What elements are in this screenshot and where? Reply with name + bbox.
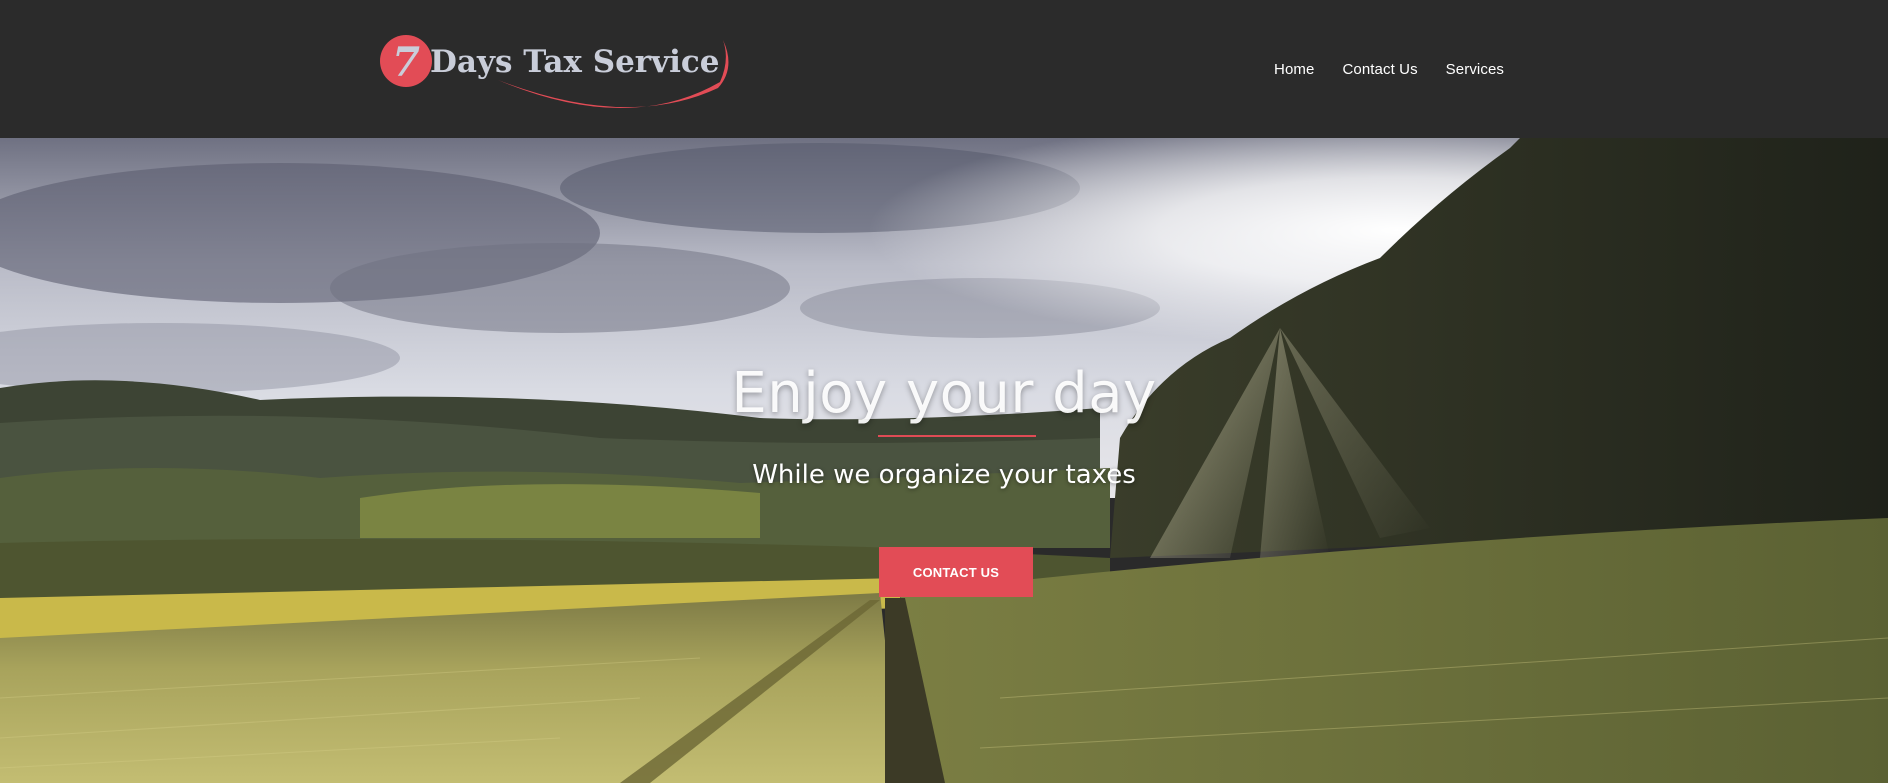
logo-number: 7	[392, 39, 420, 86]
logo-text: Days Tax Service	[430, 44, 720, 80]
nav-item-home[interactable]: Home	[1274, 61, 1314, 78]
nav-item-services[interactable]: Services	[1446, 61, 1504, 78]
site-logo[interactable]: 7 Days Tax Service	[378, 30, 738, 115]
main-nav: Home Contact Us Services	[1274, 58, 1504, 80]
hero-section: Enjoy your day While we organize your ta…	[0, 138, 1888, 783]
hero-title: Enjoy your day	[731, 361, 1157, 426]
nav-item-contact-us[interactable]: Contact Us	[1342, 61, 1417, 78]
contact-us-button[interactable]: CONTACT US	[879, 547, 1033, 597]
hero-divider	[878, 435, 1036, 437]
site-header: 7 Days Tax Service Home Contact Us Servi…	[0, 0, 1888, 138]
logo-graphic: 7 Days Tax Service	[380, 35, 729, 109]
hero-subtitle: While we organize your taxes	[752, 460, 1136, 490]
